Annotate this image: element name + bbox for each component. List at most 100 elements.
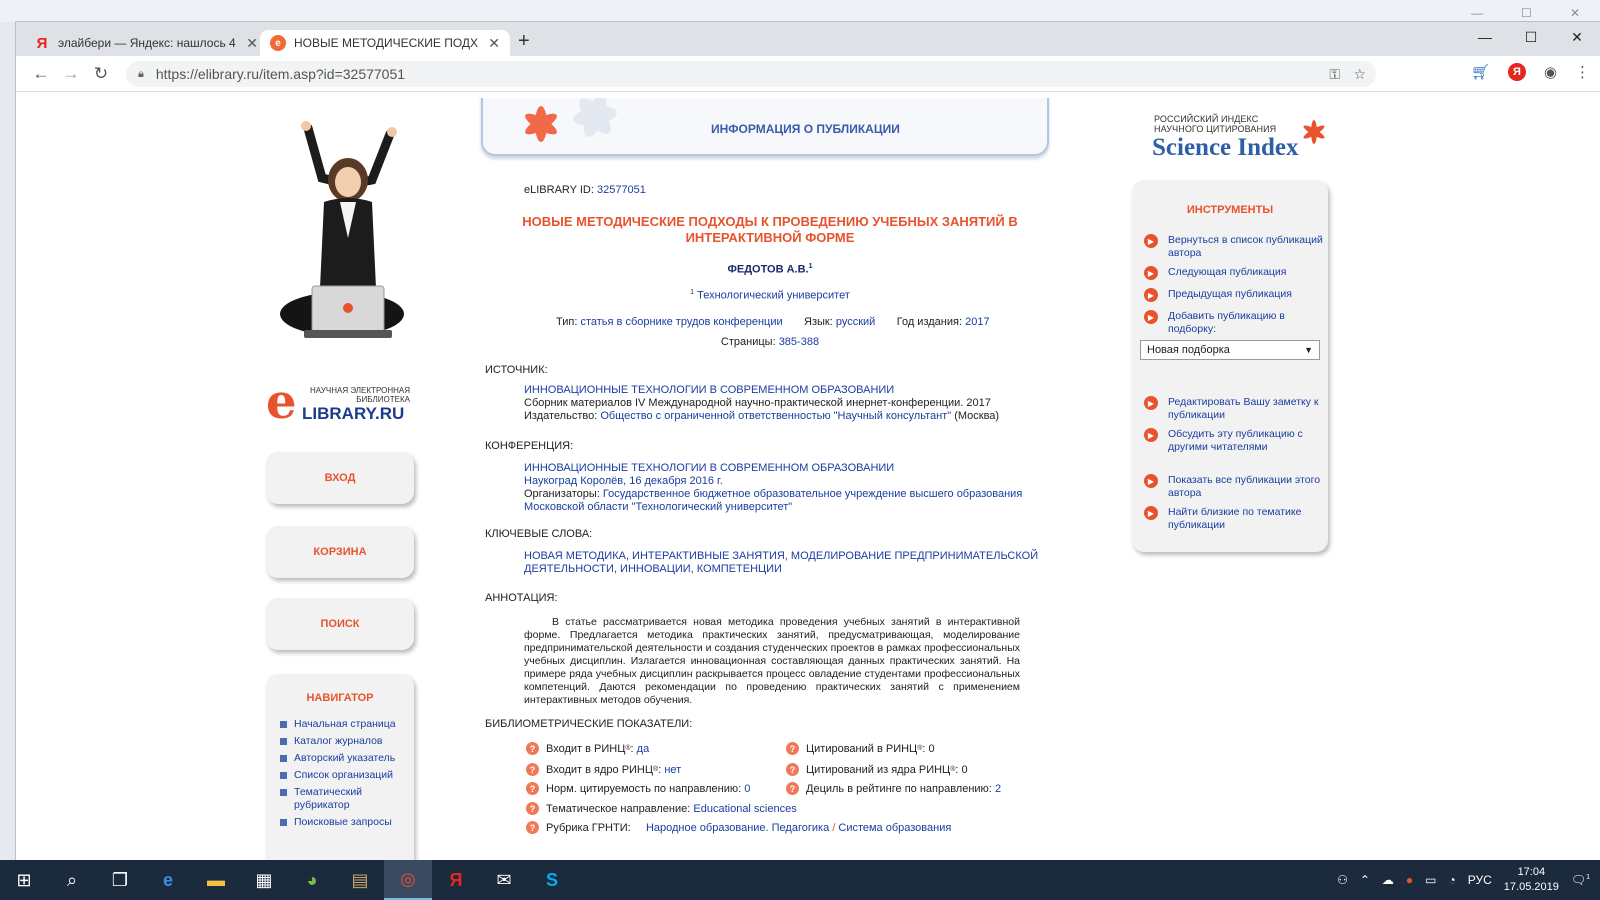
help-icon[interactable]: ?	[526, 742, 539, 755]
tab-elibrary[interactable]: e НОВЫЕ МЕТОДИЧЕСКИЕ ПОДХ ✕	[260, 30, 510, 56]
app-icon[interactable]: ◕	[288, 860, 336, 900]
keywords-links[interactable]: НОВАЯ МЕТОДИКА, ИНТЕРАКТИВНЫЕ ЗАНЯТИЯ, М…	[524, 550, 1038, 562]
minimize-icon[interactable]: —	[1462, 22, 1508, 52]
file-explorer-icon[interactable]: ▬	[192, 860, 240, 900]
login-button[interactable]: ВХОД	[266, 452, 414, 504]
yandex-browser-icon[interactable]: Я	[432, 860, 480, 900]
close-icon[interactable]: ✕	[1554, 22, 1600, 52]
store-icon[interactable]: ▦	[240, 860, 288, 900]
windows-start-icon[interactable]: ⊞	[0, 860, 48, 900]
forward-icon[interactable]: →	[56, 59, 86, 89]
grnti-link-2[interactable]: Система образования	[838, 822, 951, 834]
tool-add-to-collection[interactable]: ▶ Добавить публикацию в подборку:	[1144, 310, 1324, 336]
browser-window: Я элайбери — Яндекс: нашлось 4 ✕ e НОВЫЕ…	[16, 22, 1600, 860]
nav-item-queries[interactable]: Поисковые запросы	[280, 816, 400, 829]
year-value[interactable]: 2017	[965, 316, 989, 328]
help-icon[interactable]: ?	[786, 763, 799, 776]
battery-icon[interactable]: ▭	[1425, 873, 1436, 887]
help-icon[interactable]: ?	[786, 782, 799, 795]
navigator-panel: НАВИГАТОР Начальная страница Каталог жур…	[266, 674, 414, 860]
nav-item-journals[interactable]: Каталог журналов	[280, 735, 400, 748]
chrome-icon[interactable]: ◎	[384, 860, 432, 900]
clock[interactable]: 17:04 17.05.2019	[1504, 865, 1559, 895]
conference-title-link[interactable]: ИННОВАЦИОННЫЕ ТЕХНОЛОГИИ В СОВРЕМЕННОМ О…	[524, 462, 894, 474]
tab-yandex[interactable]: Я элайбери — Яндекс: нашлось 4 ✕	[24, 30, 268, 56]
close-tab-icon[interactable]: ✕	[488, 35, 500, 52]
back-icon[interactable]: ←	[26, 59, 56, 89]
publication-title: НОВЫЕ МЕТОДИЧЕСКИЕ ПОДХОДЫ К ПРОВЕДЕНИЮ …	[522, 214, 1018, 245]
task-view-icon[interactable]: ❐	[96, 860, 144, 900]
nav-item-authors[interactable]: Авторский указатель	[280, 752, 400, 765]
cart-icon[interactable]: 🛒︎	[1471, 63, 1490, 81]
grnti-link-1[interactable]: Народное образование. Педагогика	[646, 822, 829, 834]
help-icon[interactable]: ?	[786, 742, 799, 755]
tool-all-author-publications[interactable]: ▶ Показать все публикации этого автора	[1144, 474, 1324, 500]
bookmark-star-icon[interactable]: ☆	[1353, 66, 1366, 83]
maximize-icon[interactable]: ☐	[1508, 22, 1554, 52]
elibrary-id-link[interactable]: 32577051	[597, 184, 646, 196]
tool-similar-publications[interactable]: ▶ Найти близкие по тематике публикации	[1144, 506, 1324, 532]
account-icon[interactable]: ◉	[1544, 63, 1557, 81]
elibrary-id: eLIBRARY ID: 32577051	[524, 184, 646, 196]
collection-select[interactable]: Новая подборка ▼	[1140, 340, 1320, 360]
type-value[interactable]: статья в сборнике трудов конференции	[580, 316, 782, 328]
tool-edit-note[interactable]: ▶ Редактировать Вашу заметку к публикации	[1144, 396, 1324, 422]
organizers-link-2[interactable]: Московской области "Технологический унив…	[524, 501, 792, 513]
people-icon[interactable]: ⚇	[1337, 873, 1348, 887]
tool-prev-publication[interactable]: ▶ Предыдущая публикация	[1144, 288, 1324, 302]
tool-next-publication[interactable]: ▶ Следующая публикация	[1144, 266, 1324, 280]
conference-block: ИННОВАЦИОННЫЕ ТЕХНОЛОГИИ В СОВРЕМЕННОМ О…	[524, 462, 1023, 513]
search-icon[interactable]: ⌕	[48, 860, 96, 900]
source-title-link[interactable]: ИННОВАЦИОННЫЕ ТЕХНОЛОГИИ В СОВРЕМЕННОМ О…	[524, 384, 894, 396]
wifi-icon[interactable]: ◔	[1449, 873, 1456, 887]
language-indicator[interactable]: РУС	[1468, 873, 1492, 887]
banner-title: ИНФОРМАЦИЯ О ПУБЛИКАЦИИ	[711, 122, 900, 136]
pages-value[interactable]: 385-388	[779, 336, 819, 348]
reload-icon[interactable]: ↻	[86, 59, 116, 89]
maximize-icon[interactable]: ☐	[1521, 6, 1532, 20]
mail-icon[interactable]: ✉	[480, 860, 528, 900]
affiliation-link[interactable]: Технологический университет	[697, 290, 850, 302]
organizers-link[interactable]: Государственное бюджетное образовательно…	[603, 488, 1022, 500]
search-button[interactable]: ПОИСК	[266, 598, 414, 650]
lock-icon: 🔒︎	[138, 67, 144, 80]
antivirus-icon[interactable]: ●	[1406, 873, 1413, 887]
new-tab-button[interactable]: +	[518, 30, 530, 53]
tool-back-to-author[interactable]: ▶ Вернуться в список публикаций автора	[1144, 234, 1324, 260]
minimize-icon[interactable]: —	[1471, 6, 1483, 20]
science-index-logo[interactable]: Science Index	[1152, 134, 1299, 162]
publisher-link[interactable]: Общество с ограниченной ответственностью…	[600, 410, 951, 422]
help-icon[interactable]: ?	[526, 763, 539, 776]
address-bar[interactable]: 🔒︎ https://elibrary.ru/item.asp?id=32577…	[126, 61, 1376, 87]
keywords-links-2[interactable]: ДЕЯТЕЛЬНОСТИ, ИННОВАЦИИ, КОМПЕТЕНЦИИ	[524, 563, 782, 575]
elibrary-icon: e	[270, 35, 286, 51]
tool-discuss[interactable]: ▶ Обсудить эту публикацию с другими читат…	[1144, 428, 1324, 454]
close-icon[interactable]: ✕	[1570, 6, 1580, 20]
help-icon[interactable]: ?	[526, 782, 539, 795]
yandex-extension-icon[interactable]: Я	[1507, 63, 1526, 81]
menu-icon[interactable]: ⋮	[1575, 63, 1590, 81]
notifications-icon[interactable]: 🗨︎1	[1571, 873, 1590, 887]
keywords-block: НОВАЯ МЕТОДИКА, ИНТЕРАКТИВНЫЕ ЗАНЯТИЯ, М…	[524, 550, 1038, 576]
elibrary-logo[interactable]: e НАУЧНАЯ ЭЛЕКТРОННАЯ БИБЛИОТЕКА LIBRARY…	[266, 378, 416, 426]
metric-decile: ? Дециль в рейтинге по направлению: 2	[786, 782, 1001, 795]
url-text: https://elibrary.ru/item.asp?id=32577051	[155, 66, 406, 82]
author-link[interactable]: ФЕДОТОВ А.В.	[727, 264, 808, 276]
close-tab-icon[interactable]: ✕	[246, 35, 258, 52]
cloud-icon[interactable]: ☁	[1382, 873, 1394, 887]
chevron-up-icon[interactable]: ⌃	[1360, 873, 1370, 887]
direction-link[interactable]: Educational sciences	[693, 803, 796, 815]
edge-icon[interactable]: e	[144, 860, 192, 900]
archive-icon[interactable]: ▤	[336, 860, 384, 900]
page-viewport: e НАУЧНАЯ ЭЛЕКТРОННАЯ БИБЛИОТЕКА LIBRARY…	[16, 98, 1600, 860]
nav-item-rubricator[interactable]: Тематический рубрикатор	[280, 786, 400, 812]
source-label: ИСТОЧНИК:	[485, 364, 548, 376]
help-icon[interactable]: ?	[526, 802, 539, 815]
nav-item-organizations[interactable]: Список организаций	[280, 769, 400, 782]
nav-item-home[interactable]: Начальная страница	[280, 718, 400, 731]
skype-icon[interactable]: S	[528, 860, 576, 900]
help-icon[interactable]: ?	[526, 821, 539, 834]
cart-button[interactable]: КОРЗИНА	[266, 526, 414, 578]
language-value[interactable]: русский	[836, 316, 875, 328]
key-icon[interactable]: ⚿	[1329, 66, 1340, 83]
